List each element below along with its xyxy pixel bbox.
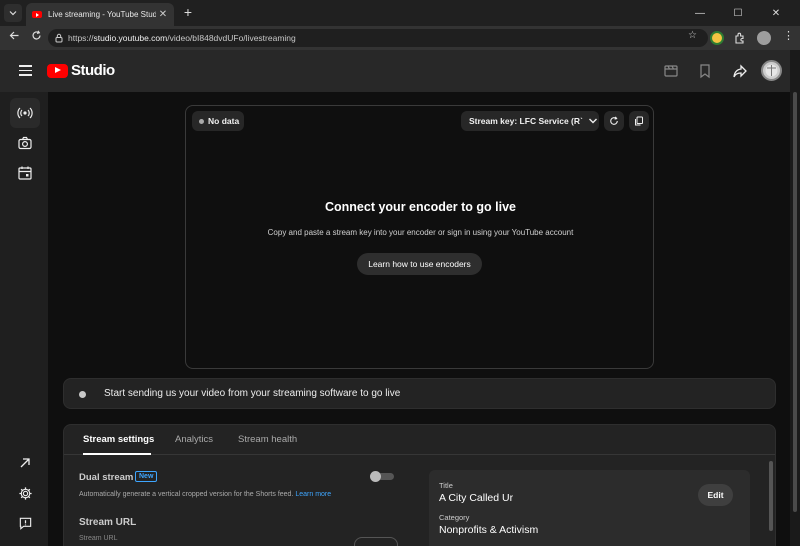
refresh-key-button[interactable]	[604, 111, 624, 131]
toggle-knob	[370, 471, 381, 482]
refresh-icon	[610, 116, 618, 125]
edit-button[interactable]: Edit	[698, 484, 733, 506]
site-info-icon[interactable]	[54, 33, 64, 43]
maximize-button[interactable]: ☐	[720, 0, 756, 26]
connect-encoder-title: Connect your encoder to go live	[325, 200, 516, 214]
active-tab-indicator	[83, 453, 151, 455]
feedback-icon	[19, 517, 31, 530]
dual-stream-description: Automatically generate a vertical croppe…	[79, 491, 331, 498]
live-broadcast-icon	[17, 107, 33, 119]
browser-window: Live streaming - YouTube Studio ✕ + — ☐ …	[0, 0, 800, 546]
stream-status-label: No data	[208, 116, 240, 126]
stream-key-label: Stream key: LFC Service (Rˋ	[469, 116, 583, 126]
bookmark-star-icon[interactable]: ☆	[688, 30, 697, 41]
learn-encoders-button[interactable]: Learn how to use encoders	[357, 253, 482, 275]
minimize-button[interactable]: —	[682, 0, 718, 26]
status-message: Start sending us your video from your st…	[104, 388, 401, 399]
title-value: A City Called Ur	[439, 492, 514, 504]
stream-url-sublabel: Stream URL	[79, 535, 118, 542]
logo-text: Studio	[71, 62, 115, 79]
rail-item-open-external[interactable]	[10, 448, 40, 478]
gear-icon	[18, 486, 32, 500]
share-icon[interactable]	[732, 63, 748, 79]
stream-url-heading: Stream URL	[79, 517, 137, 528]
tab-title: Live streaming - YouTube Studio	[48, 10, 156, 19]
arrow-left-icon	[9, 31, 18, 40]
stream-status-chip: No data	[192, 111, 244, 131]
new-tab-button[interactable]: +	[180, 4, 196, 20]
extensions-puzzle-icon[interactable]	[733, 31, 747, 45]
tab-stream-health[interactable]: Stream health	[238, 434, 297, 445]
dual-stream-label: Dual stream	[79, 472, 134, 483]
settings-scrollbar[interactable]	[769, 461, 773, 531]
close-window-button[interactable]: ✕	[758, 0, 794, 26]
account-avatar[interactable]	[761, 60, 782, 81]
url-prefix: https://	[68, 33, 94, 43]
more-options-icon[interactable]: ⋮	[783, 29, 794, 42]
main-content: No data Stream key: LFC Service (Rˋ Conn…	[48, 92, 790, 546]
rail-item-webcam[interactable]	[10, 128, 40, 158]
stream-info-panel: Title A City Called Ur Category Nonprofi…	[429, 470, 750, 546]
status-dot	[199, 118, 204, 124]
left-rail	[0, 92, 48, 546]
clapperboard-icon[interactable]	[663, 63, 679, 79]
external-link-icon	[20, 458, 30, 468]
tab-analytics[interactable]: Analytics	[175, 434, 213, 445]
new-badge: New	[135, 471, 158, 482]
chevron-down-icon	[9, 11, 17, 16]
tab-strip: Live streaming - YouTube Studio ✕ + — ☐ …	[0, 0, 800, 26]
status-indicator-dot	[79, 391, 86, 398]
category-label: Category	[439, 513, 470, 522]
stream-status-bar: Start sending us your video from your st…	[63, 378, 776, 409]
page-scroll-thumb[interactable]	[793, 92, 797, 512]
url-field[interactable]: https://studio.youtube.com/video/bI848dv…	[48, 29, 708, 47]
category-value: Nonprofits & Activism	[439, 524, 539, 536]
reload-icon	[31, 30, 41, 40]
stream-preview: No data Stream key: LFC Service (Rˋ Conn…	[185, 105, 654, 369]
studio-logo[interactable]: Studio	[47, 62, 115, 79]
menu-icon[interactable]	[19, 65, 32, 76]
stream-settings-card: Stream settings Analytics Stream health …	[63, 424, 776, 546]
profile-avatar[interactable]	[757, 31, 771, 45]
youtube-logo-icon	[47, 63, 68, 78]
connect-encoder-subtitle: Copy and paste a stream key into your en…	[267, 228, 574, 237]
extension-icon[interactable]	[710, 31, 724, 45]
settings-tabs: Stream settings Analytics Stream health	[64, 425, 775, 455]
tab-close-button[interactable]: ✕	[156, 9, 170, 20]
url-text: https://studio.youtube.com/video/bI848dv…	[68, 33, 296, 43]
dual-stream-desc-text: Automatically generate a vertical croppe…	[79, 491, 294, 498]
dual-stream-toggle[interactable]	[370, 471, 394, 482]
studio-header: Studio	[0, 50, 790, 92]
browser-tab[interactable]: Live streaming - YouTube Studio ✕	[26, 3, 174, 26]
reload-button[interactable]	[28, 30, 44, 46]
copy-icon	[635, 116, 643, 126]
camera-icon	[18, 136, 32, 150]
url-host: studio.youtube.com	[93, 33, 168, 43]
rail-item-feedback[interactable]	[10, 508, 40, 538]
learn-more-link[interactable]: Learn more	[295, 491, 331, 498]
youtube-favicon-icon	[32, 11, 42, 18]
bookmark-icon[interactable]	[697, 63, 713, 79]
address-bar-row: https://studio.youtube.com/video/bI848dv…	[0, 26, 800, 50]
page-scrollbar[interactable]	[790, 50, 800, 546]
rail-item-settings[interactable]	[10, 478, 40, 508]
copy-key-button[interactable]	[629, 111, 649, 131]
calendar-icon	[18, 166, 32, 180]
stream-key-dropdown[interactable]: Stream key: LFC Service (Rˋ	[461, 111, 599, 131]
chevron-down-icon	[588, 118, 597, 124]
copy-url-button[interactable]	[354, 537, 398, 546]
back-button[interactable]	[6, 30, 22, 46]
rail-item-manage[interactable]	[10, 158, 40, 188]
url-path: /video/bI848dvdUFo/livestreaming	[167, 33, 296, 43]
rail-item-stream[interactable]	[10, 98, 40, 128]
tab-stream-settings[interactable]: Stream settings	[83, 434, 154, 445]
tab-list-button[interactable]	[4, 4, 22, 22]
title-label: Title	[439, 481, 453, 490]
